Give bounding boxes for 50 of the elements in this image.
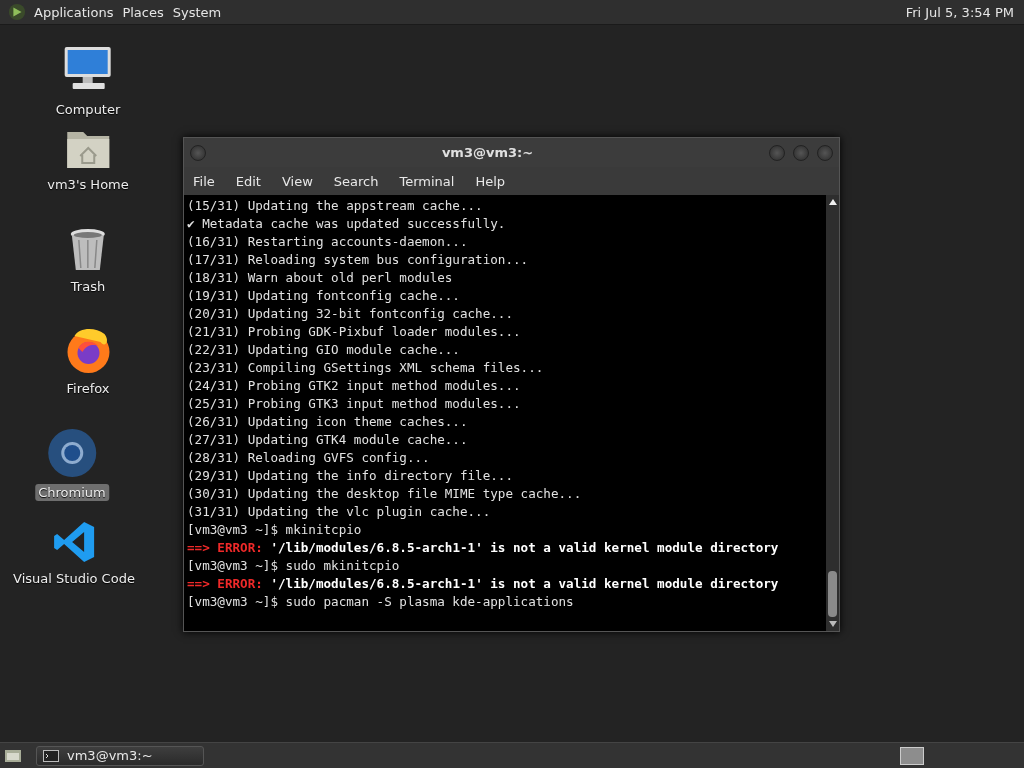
terminal-line: (26/31) Updating icon theme caches... bbox=[187, 413, 469, 431]
show-desktop-icon[interactable] bbox=[4, 747, 22, 764]
menu-item[interactable]: Help bbox=[475, 173, 506, 189]
icon-label[interactable]: Chromium bbox=[35, 484, 109, 501]
workspace-switcher[interactable] bbox=[900, 746, 924, 765]
scroll-thumb[interactable] bbox=[828, 571, 837, 617]
terminal-line: (24/31) Probing GTK2 input method modules... bbox=[187, 377, 522, 395]
panel-menu[interactable]: System bbox=[172, 4, 231, 20]
terminal-line: [vm3@vm3 ~]$ mkinitcpio bbox=[187, 521, 363, 539]
error-line: ==> ERROR: '/lib/modules/6.8.5-arch1-1' is not a valid kernel module directory bbox=[187, 575, 780, 593]
taskbar-button[interactable]: vm3@vm3:~ bbox=[36, 745, 204, 766]
panel-menu[interactable]: Places bbox=[122, 4, 173, 20]
terminal-line: (25/31) Probing GTK3 input method modules... bbox=[187, 395, 522, 413]
terminal-line: (28/31) Reloading GVFS config... bbox=[187, 449, 431, 467]
icon-label[interactable]: Firefox bbox=[63, 380, 113, 397]
scrollbar[interactable] bbox=[826, 195, 839, 631]
menu-item[interactable]: Edit bbox=[235, 173, 261, 189]
terminal-line: (19/31) Updating fontconfig cache... bbox=[187, 287, 461, 305]
icon-label[interactable]: Trash bbox=[67, 278, 109, 295]
panel-menu[interactable]: Applications bbox=[34, 4, 123, 20]
error-line: ==> ERROR: '/lib/modules/6.8.5-arch1-1' is not a valid kernel module directory bbox=[187, 539, 780, 557]
menu-item[interactable]: View bbox=[281, 173, 313, 189]
terminal-line: (30/31) Updating the desktop file MIME type cache... bbox=[187, 485, 583, 503]
terminal-line: (15/31) Updating the appstream cache... bbox=[187, 197, 484, 215]
chromium-icon[interactable] bbox=[47, 428, 97, 478]
clock[interactable]: Fri Jul 5, 3:54 PM bbox=[905, 4, 1016, 20]
icon-label[interactable]: Visual Studio Code bbox=[10, 570, 138, 587]
terminal-line: ✔ Metadata cache was updated successfully. bbox=[187, 215, 507, 233]
menu-item[interactable]: Search bbox=[333, 173, 379, 189]
terminal-line: (27/31) Updating GTK4 module cache... bbox=[187, 431, 469, 449]
menu-item[interactable]: File bbox=[193, 173, 215, 189]
terminal-line: (20/31) Updating 32-bit fontconfig cache... bbox=[187, 305, 515, 323]
terminal-line: [vm3@vm3 ~]$ sudo mkinitcpio bbox=[187, 557, 401, 575]
terminal-line: (23/31) Compiling GSettings XML schema files... bbox=[187, 359, 545, 377]
terminal-line: (22/31) Updating GIO module cache... bbox=[187, 341, 461, 359]
terminal-line: (29/31) Updating the info directory file... bbox=[187, 467, 515, 485]
foot-logo-icon[interactable] bbox=[8, 3, 26, 21]
terminal-line: [vm3@vm3 ~]$ sudo pacman -S plasma kde-applications bbox=[187, 593, 575, 611]
window-title: vm3@vm3:~ bbox=[440, 145, 535, 160]
trash-icon[interactable] bbox=[69, 228, 107, 272]
menu-item[interactable]: Terminal bbox=[399, 173, 455, 189]
icon-label[interactable]: Computer bbox=[52, 101, 124, 118]
terminal-line: (21/31) Probing GDK-Pixbuf loader modules... bbox=[187, 323, 522, 341]
vscode-icon[interactable] bbox=[52, 520, 96, 564]
icon-label[interactable]: vm3's Home bbox=[44, 176, 132, 193]
terminal-line: (17/31) Reloading system bus configuration... bbox=[187, 251, 530, 269]
terminal-line: (16/31) Restarting accounts-daemon... bbox=[187, 233, 469, 251]
terminal-icon bbox=[43, 749, 59, 762]
terminal-line: (31/31) Updating the vlc plugin cache... bbox=[187, 503, 492, 521]
terminal-line: (18/31) Warn about old perl modules bbox=[187, 269, 454, 287]
